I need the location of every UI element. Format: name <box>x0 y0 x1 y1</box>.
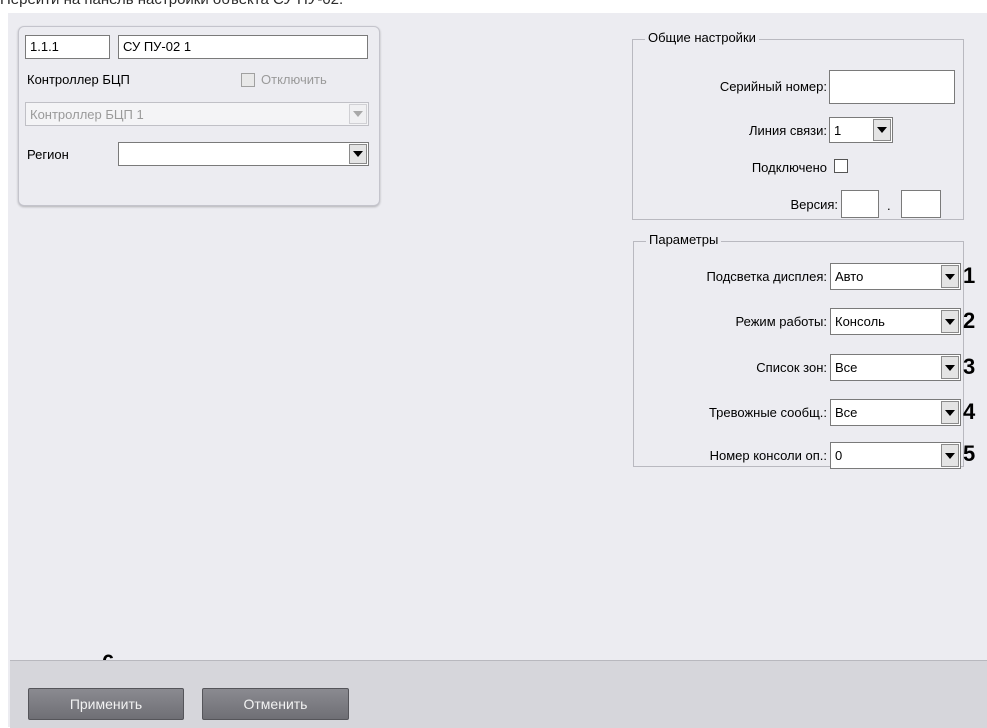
object-panel: 1.1.1 СУ ПУ-02 1 Контроллер БЦП Отключит… <box>18 26 380 206</box>
alarm-messages-dropdown-button[interactable] <box>941 401 959 424</box>
version-label: Версия: <box>790 197 838 212</box>
bottom-button-bar: Применить Отменить <box>10 660 987 728</box>
version-minor-field <box>901 190 941 218</box>
console-number-value: 0 <box>835 448 843 463</box>
chevron-down-icon <box>945 318 955 325</box>
parent-controller-dropdown-button[interactable] <box>349 104 367 124</box>
region-label: Регион <box>27 147 69 162</box>
zone-list-dropdown[interactable]: Все <box>830 354 961 381</box>
display-backlight-value: Авто <box>835 269 864 284</box>
marker-2: 2 <box>963 308 976 333</box>
parent-controller-value: Контроллер БЦП 1 <box>30 107 144 122</box>
chevron-down-icon <box>945 273 955 280</box>
chevron-down-icon <box>877 127 887 133</box>
chevron-down-icon <box>945 452 955 459</box>
general-settings-group: Общие настройки Серийный номер: Линия св… <box>632 30 964 220</box>
serial-number-label: Серийный номер: <box>719 79 827 94</box>
disable-label: Отключить <box>261 72 327 87</box>
work-mode-label: Режим работы: <box>735 314 827 329</box>
alarm-messages-label: Тревожные сообщ.: <box>708 405 827 420</box>
serial-number-input[interactable] <box>829 70 955 104</box>
chevron-down-icon <box>945 409 955 416</box>
parameters-group: Параметры Подсветка дисплея: Авто 1 Режи… <box>633 232 975 469</box>
cancel-button[interactable]: Отменить <box>202 688 349 720</box>
console-number-dropdown-button[interactable] <box>941 444 959 467</box>
disable-checkbox[interactable] <box>241 73 255 87</box>
display-backlight-dropdown[interactable]: Авто <box>830 263 961 290</box>
object-name-field[interactable]: СУ ПУ-02 1 <box>118 35 368 59</box>
version-separator: . <box>887 198 891 213</box>
parameters-legend: Параметры <box>646 232 722 247</box>
comm-line-dropdown[interactable]: 1 <box>829 117 893 143</box>
chevron-down-icon <box>353 151 363 157</box>
marker-4: 4 <box>963 399 976 424</box>
connected-checkbox[interactable] <box>834 159 848 173</box>
zone-list-value: Все <box>835 360 858 375</box>
alarm-messages-value: Все <box>835 405 858 420</box>
settings-window: 1.1.1 СУ ПУ-02 1 Контроллер БЦП Отключит… <box>8 13 987 727</box>
display-backlight-dropdown-button[interactable] <box>941 265 959 288</box>
work-mode-dropdown-button[interactable] <box>941 310 959 333</box>
zone-list-dropdown-button[interactable] <box>941 356 959 379</box>
zone-list-label: Список зон: <box>756 360 827 375</box>
instruction-caption: Перейти на панель настройки объекта СУ П… <box>0 0 343 8</box>
comm-line-label: Линия связи: <box>748 123 827 138</box>
region-dropdown[interactable] <box>118 142 369 166</box>
region-dropdown-button[interactable] <box>349 144 367 164</box>
marker-1: 1 <box>963 263 976 288</box>
chevron-down-icon <box>945 364 955 371</box>
marker-5: 5 <box>963 441 976 466</box>
object-id-field[interactable]: 1.1.1 <box>25 35 110 59</box>
work-mode-value: Консоль <box>835 314 885 329</box>
marker-3: 3 <box>963 354 976 379</box>
comm-line-dropdown-button[interactable] <box>873 119 891 141</box>
chevron-down-icon <box>353 111 363 117</box>
connected-label: Подключено <box>751 160 827 175</box>
comm-line-value: 1 <box>834 123 842 138</box>
work-mode-dropdown[interactable]: Консоль <box>830 308 961 335</box>
console-number-label: Номер консоли оп.: <box>709 448 827 463</box>
general-settings-legend: Общие настройки <box>645 30 759 45</box>
alarm-messages-dropdown[interactable]: Все <box>830 399 961 426</box>
display-backlight-label: Подсветка дисплея: <box>706 269 827 284</box>
apply-button[interactable]: Применить <box>28 688 184 720</box>
version-major-field <box>841 190 879 218</box>
parent-controller-label: Контроллер БЦП <box>27 72 130 87</box>
parent-controller-dropdown[interactable]: Контроллер БЦП 1 <box>25 102 369 126</box>
console-number-dropdown[interactable]: 0 <box>830 442 961 469</box>
